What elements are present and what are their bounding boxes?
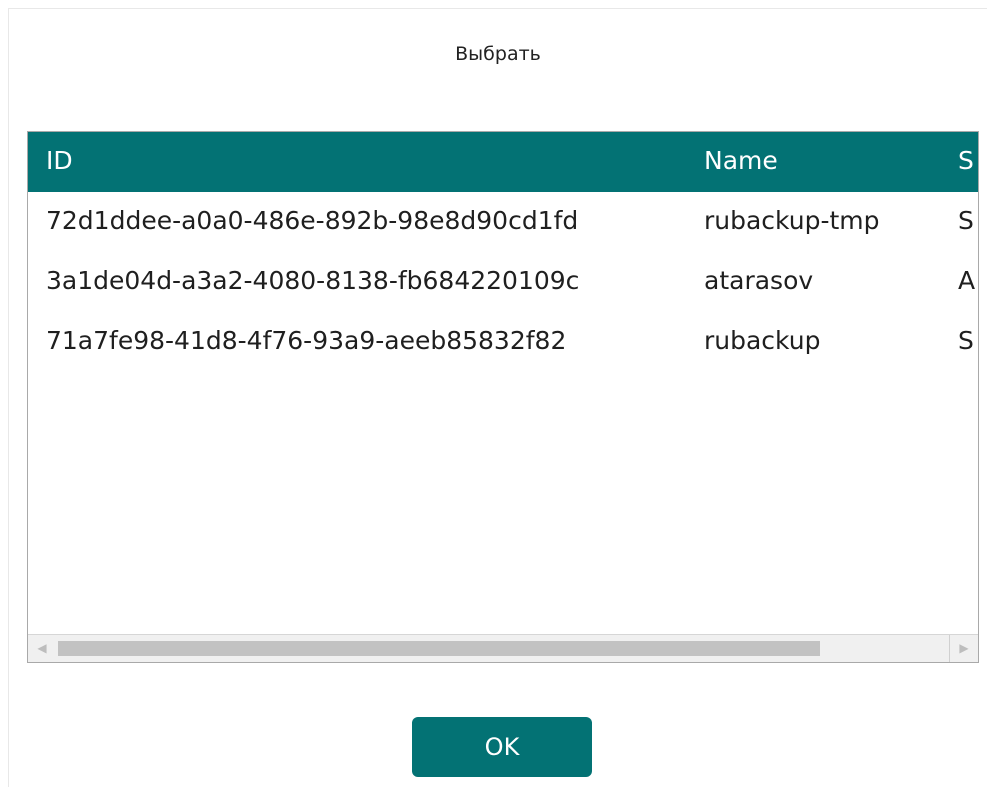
table-row[interactable]: 72d1ddee-a0a0-486e-892b-98e8d90cd1fd rub… bbox=[28, 192, 978, 252]
column-header-s[interactable]: S bbox=[958, 146, 974, 175]
column-header-name[interactable]: Name bbox=[704, 146, 778, 175]
table-body: 72d1ddee-a0a0-486e-892b-98e8d90cd1fd rub… bbox=[28, 192, 978, 632]
results-table: ID Name S 72d1ddee-a0a0-486e-892b-98e8d9… bbox=[27, 131, 979, 663]
cell-id: 71a7fe98-41d8-4f76-93a9-aeeb85832f82 bbox=[46, 326, 567, 355]
scroll-right-arrow-icon[interactable]: ▶ bbox=[949, 635, 978, 662]
table-header: ID Name S bbox=[28, 132, 978, 192]
cell-name: rubackup-tmp bbox=[704, 206, 880, 235]
scroll-left-arrow-icon[interactable]: ◀ bbox=[28, 635, 56, 662]
cell-name: rubackup bbox=[704, 326, 821, 355]
table-row[interactable]: 71a7fe98-41d8-4f76-93a9-aeeb85832f82 rub… bbox=[28, 312, 978, 372]
cell-s: S bbox=[958, 326, 974, 355]
select-dialog: Выбрать ID Name S 72d1ddee-a0a0-486e-892… bbox=[8, 8, 987, 787]
horizontal-scrollbar[interactable]: ◀ ▶ bbox=[28, 634, 978, 662]
ok-button[interactable]: OK bbox=[412, 717, 592, 777]
cell-name: atarasov bbox=[704, 266, 814, 295]
cell-s: S bbox=[958, 206, 974, 235]
table-row[interactable]: 3a1de04d-a3a2-4080-8138-fb684220109c ata… bbox=[28, 252, 978, 312]
cell-id: 3a1de04d-a3a2-4080-8138-fb684220109c bbox=[46, 266, 580, 295]
scrollbar-thumb[interactable] bbox=[58, 641, 820, 656]
column-header-id[interactable]: ID bbox=[46, 146, 73, 175]
dialog-title: Выбрать bbox=[455, 43, 541, 65]
cell-id: 72d1ddee-a0a0-486e-892b-98e8d90cd1fd bbox=[46, 206, 579, 235]
cell-s: A bbox=[958, 266, 976, 295]
